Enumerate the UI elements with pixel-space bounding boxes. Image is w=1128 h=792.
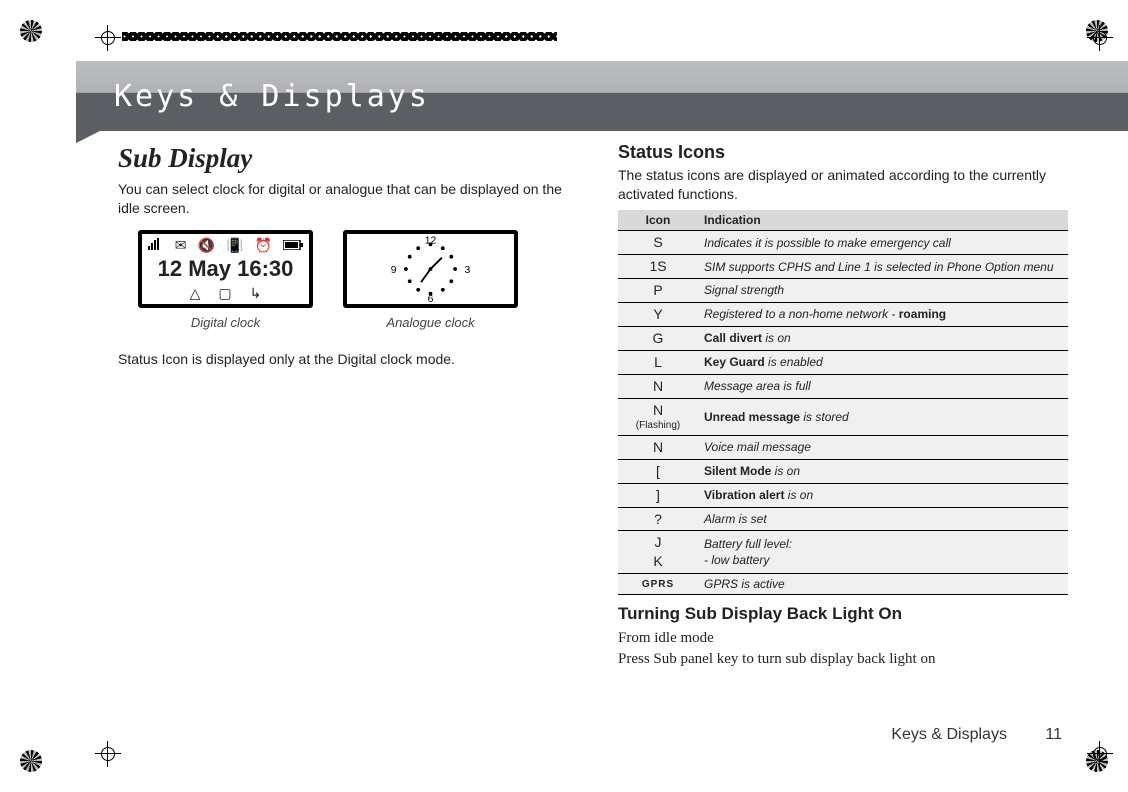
status-icons-heading: Status Icons	[618, 140, 1068, 164]
backlight-line1: From idle mode	[618, 628, 1068, 648]
backlight-line2: Press Sub panel key to turn sub display …	[618, 649, 1068, 669]
indication-cell: Call divert is on	[698, 326, 1068, 350]
table-row: J KBattery full level: - low battery	[618, 531, 1068, 574]
status-icons-intro: The status icons are displayed or animat…	[618, 166, 1068, 204]
table-row: LKey Guard is enabled	[618, 350, 1068, 374]
icon-cell: GPRS	[618, 574, 698, 595]
indication-cell: SIM supports CPHS and Line 1 is selected…	[698, 255, 1068, 279]
indication-cell: GPRS is active	[698, 574, 1068, 595]
icon-cell: J K	[618, 531, 698, 574]
indication-cell: Voice mail message	[698, 435, 1068, 459]
mail-icon: ✉	[175, 236, 187, 254]
icon-cell: N	[618, 374, 698, 398]
footer-section: Keys & Displays	[891, 726, 1007, 743]
icon-cell: S	[618, 231, 698, 255]
status-icon-note: Status Icon is displayed only at the Dig…	[118, 350, 568, 369]
registration-mark	[20, 750, 42, 772]
arrow-icon: ↳	[250, 284, 262, 303]
analogue-label: Analogue clock	[343, 314, 518, 332]
icon-cell: L	[618, 350, 698, 374]
table-row: ]Vibration alert is on	[618, 483, 1068, 507]
page-footer: Keys & Displays 11	[891, 726, 1062, 744]
table-row: [Silent Mode is on	[618, 459, 1068, 483]
mute-icon: ▢	[218, 284, 231, 303]
table-row: NMessage area is full	[618, 374, 1068, 398]
icon-cell: P	[618, 279, 698, 303]
clock-12: 12	[425, 236, 437, 247]
analogue-clock-illustration: 12 3 6 9	[343, 230, 518, 308]
table-row: 1SSIM supports CPHS and Line 1 is select…	[618, 255, 1068, 279]
icon-cell: N(Flashing)	[618, 398, 698, 435]
vibration-icon: 📳	[226, 236, 243, 254]
left-column: Sub Display You can select clock for dig…	[118, 140, 568, 732]
banner-title: Keys & Displays	[114, 79, 430, 114]
indication-cell: Message area is full	[698, 374, 1068, 398]
indication-cell: Unread message is stored	[698, 398, 1068, 435]
page-content: Sub Display You can select clock for dig…	[118, 140, 1068, 732]
footer-page-number: 11	[1045, 726, 1062, 743]
table-row: GCall divert is on	[618, 326, 1068, 350]
indication-cell: Signal strength	[698, 279, 1068, 303]
crop-mark	[1087, 741, 1113, 767]
indication-cell: Silent Mode is on	[698, 459, 1068, 483]
alarm-icon: ⏰	[255, 236, 272, 254]
sub-display-heading: Sub Display	[118, 140, 568, 176]
signal-icon	[148, 236, 164, 254]
clock-9: 9	[391, 265, 397, 276]
icon-cell: Y	[618, 302, 698, 326]
icon-cell: [	[618, 459, 698, 483]
battery-icon	[283, 236, 303, 254]
icon-cell: ]	[618, 483, 698, 507]
backlight-heading: Turning Sub Display Back Light On	[618, 603, 1068, 626]
right-column: Status Icons The status icons are displa…	[618, 140, 1068, 732]
table-row: GPRSGPRS is active	[618, 574, 1068, 595]
bottom-icons: △ ▢ ↳	[190, 284, 262, 303]
indication-cell: Alarm is set	[698, 507, 1068, 531]
indication-cell: Key Guard is enabled	[698, 350, 1068, 374]
section-banner: Keys & Displays	[76, 61, 1128, 131]
icon-cell: ?	[618, 507, 698, 531]
indication-cell: Battery full level: - low battery	[698, 531, 1068, 574]
clock-3: 3	[465, 265, 471, 276]
digital-label: Digital clock	[138, 314, 313, 332]
icon-cell: G	[618, 326, 698, 350]
table-row: PSignal strength	[618, 279, 1068, 303]
registration-mark	[20, 20, 42, 42]
clock-labels: Digital clock Analogue clock	[138, 314, 568, 332]
status-bar-icons: ✉ 🔇 📳 ⏰	[142, 236, 309, 254]
decorative-divider	[122, 32, 557, 41]
clock-examples: ✉ 🔇 📳 ⏰ 12 May 16:30 △ ▢ ↳	[138, 230, 568, 308]
indication-cell: Registered to a non-home network - roami…	[698, 302, 1068, 326]
sub-display-intro: You can select clock for digital or anal…	[118, 180, 568, 218]
table-row: YRegistered to a non-home network - roam…	[618, 302, 1068, 326]
digital-clock-illustration: ✉ 🔇 📳 ⏰ 12 May 16:30 △ ▢ ↳	[138, 230, 313, 308]
icon-cell: N	[618, 435, 698, 459]
icon-cell: 1S	[618, 255, 698, 279]
clock-6: 6	[428, 294, 434, 304]
indication-cell: Indicates it is possible to make emergen…	[698, 231, 1068, 255]
table-row: ?Alarm is set	[618, 507, 1068, 531]
indication-cell: Vibration alert is on	[698, 483, 1068, 507]
silent-icon: 🔇	[198, 236, 215, 254]
crop-mark	[1087, 25, 1113, 51]
digital-time-text: 12 May 16:30	[158, 254, 294, 284]
th-icon: Icon	[618, 210, 698, 231]
status-icon-table: Icon Indication SIndicates it is possibl…	[618, 210, 1068, 595]
table-row: NVoice mail message	[618, 435, 1068, 459]
table-row: N(Flashing)Unread message is stored	[618, 398, 1068, 435]
bell-icon: △	[190, 284, 201, 303]
table-row: SIndicates it is possible to make emerge…	[618, 231, 1068, 255]
crop-mark	[95, 741, 121, 767]
crop-mark	[95, 25, 121, 51]
th-indication: Indication	[698, 210, 1068, 231]
